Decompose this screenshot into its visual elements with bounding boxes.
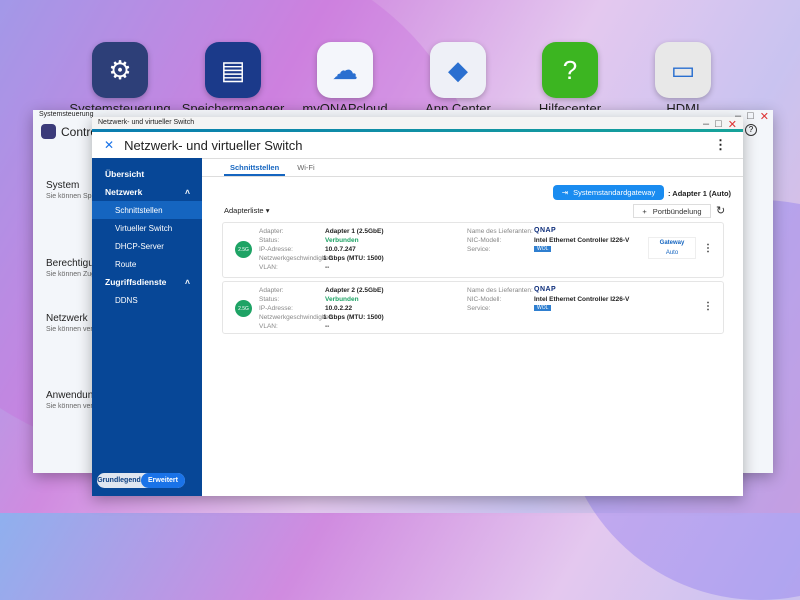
chevron-up-icon: ˄ — [185, 187, 190, 197]
label-service: Service: — [467, 305, 491, 312]
adapter-card[interactable]: 2.5G Adapter: Adapter 1 (2.5GbE) Status: Ver… — [222, 222, 724, 278]
sidebar-item-interfaces[interactable]: Schnittstellen — [92, 201, 202, 219]
more-options-icon[interactable]: ⋮ — [703, 243, 713, 254]
value-ip: 10.0.2.22 — [325, 305, 353, 312]
sidebar-group-access[interactable]: Zugriffsdienste ˄ — [92, 273, 202, 291]
tab-wifi[interactable]: Wi-Fi — [291, 158, 321, 176]
desktop-icon-5[interactable]: ▭ — [655, 42, 711, 98]
network-switch-window[interactable]: Netzwerk- und virtueller Switch – □ ✕ ✕ Net… — [92, 117, 743, 496]
mode-toggle[interactable]: Grundlegend Erweitert — [97, 473, 185, 488]
label-vlan: VLAN: — [259, 264, 278, 271]
sidebar-item-virtual-switch[interactable]: Virtueller Switch — [92, 219, 202, 237]
default-gateway-button[interactable]: ⇥ Systemstandardgateway — [553, 185, 664, 200]
desktop-icon-2[interactable]: ☁ — [317, 42, 373, 98]
mode-basic[interactable]: Grundlegend — [97, 477, 141, 484]
value-vlan: -- — [325, 264, 330, 271]
desktop-icon-4[interactable]: ? — [542, 42, 598, 98]
sidebar-item-overview[interactable]: Übersicht — [92, 165, 202, 183]
value-adapter: Adapter 2 (2.5GbE) — [325, 287, 384, 294]
sidebar-item-dhcp[interactable]: DHCP-Server — [92, 237, 202, 255]
sidebar: Übersicht Netzwerk ˄ Schnittstellen Virtu… — [92, 158, 202, 496]
adapter-list-dropdown[interactable]: Adapterliste ▾ — [224, 206, 269, 215]
vendor-logo: QNAP — [534, 227, 557, 234]
wol-badge: WOL — [534, 246, 552, 252]
refresh-icon[interactable]: ↻ — [716, 204, 725, 217]
port-bundling-button[interactable]: + Portbündelung — [633, 204, 711, 218]
label-ip: IP-Adresse: — [259, 305, 293, 312]
label-nic: NIC-Modell: — [467, 237, 502, 244]
sidebar-item-ddns[interactable]: DDNS — [92, 291, 202, 309]
gateway-icon: ⇥ — [561, 188, 569, 197]
maximize-icon[interactable]: □ — [747, 110, 754, 123]
gateway-badge[interactable]: Gateway Auto — [648, 237, 696, 259]
more-options-icon[interactable]: ⋮ — [703, 301, 713, 312]
label-status: Status: — [259, 296, 280, 303]
value-speed: 1 Gbps (MTU: 1500) — [323, 255, 384, 262]
minimize-icon[interactable]: – — [703, 118, 709, 131]
value-speed: 1 Gbps (MTU: 1500) — [323, 314, 384, 321]
close-icon[interactable]: ✕ — [728, 118, 737, 131]
help-icon[interactable]: ? — [745, 124, 757, 136]
adapter-icon: 2.5G — [235, 241, 252, 258]
sidebar-item-route[interactable]: Route — [92, 255, 202, 273]
value-nic: Intel Ethernet Controller I226-V — [534, 296, 630, 303]
value-nic: Intel Ethernet Controller I226-V — [534, 237, 630, 244]
default-gateway-value: : Adapter 1 (Auto) — [668, 189, 732, 198]
adapter-icon: 2.5G — [235, 300, 252, 317]
value-status: Verbunden — [325, 237, 359, 244]
close-icon[interactable]: ✕ — [760, 110, 769, 123]
value-adapter: Adapter 1 (2.5GbE) — [325, 228, 384, 235]
desktop-icon-0[interactable]: ⚙ — [92, 42, 148, 98]
maximize-icon[interactable]: □ — [715, 118, 722, 131]
label-adapter: Adapter: — [259, 287, 284, 294]
adapter-card[interactable]: 2.5G Adapter: Adapter 2 (2.5GbE) Status: Ver… — [222, 281, 724, 334]
app-title: Netzwerk- und virtueller Switch — [124, 137, 303, 153]
window-title-bar: Netzwerk- und virtueller Switch — [92, 117, 743, 129]
label-ip: IP-Adresse: — [259, 246, 293, 253]
value-status: Verbunden — [325, 296, 359, 303]
chevron-up-icon: ˄ — [185, 277, 190, 287]
tab-interfaces[interactable]: Schnittstellen — [224, 158, 286, 176]
value-vlan: -- — [325, 323, 330, 330]
control-panel-icon — [41, 124, 56, 139]
more-menu-icon[interactable]: ⋮ — [714, 137, 727, 153]
desktop-icon-3[interactable]: ◆ — [430, 42, 486, 98]
label-status: Status: — [259, 237, 280, 244]
label-adapter: Adapter: — [259, 228, 284, 235]
label-vlan: VLAN: — [259, 323, 278, 330]
label-vendor: Name des Lieferanten: — [467, 228, 533, 235]
sidebar-group-network[interactable]: Netzwerk ˄ — [92, 183, 202, 201]
label-service: Service: — [467, 246, 491, 253]
label-nic: NIC-Modell: — [467, 296, 502, 303]
plus-icon: + — [642, 206, 647, 216]
network-switch-icon: ✕ — [104, 138, 115, 152]
label-vendor: Name des Lieferanten: — [467, 287, 533, 294]
value-ip: 10.0.7.247 — [325, 246, 356, 253]
wol-badge: WOL — [534, 305, 552, 311]
mode-advanced[interactable]: Erweitert — [141, 473, 185, 488]
vendor-logo: QNAP — [534, 286, 557, 293]
desktop-icon-1[interactable]: ▤ — [205, 42, 261, 98]
